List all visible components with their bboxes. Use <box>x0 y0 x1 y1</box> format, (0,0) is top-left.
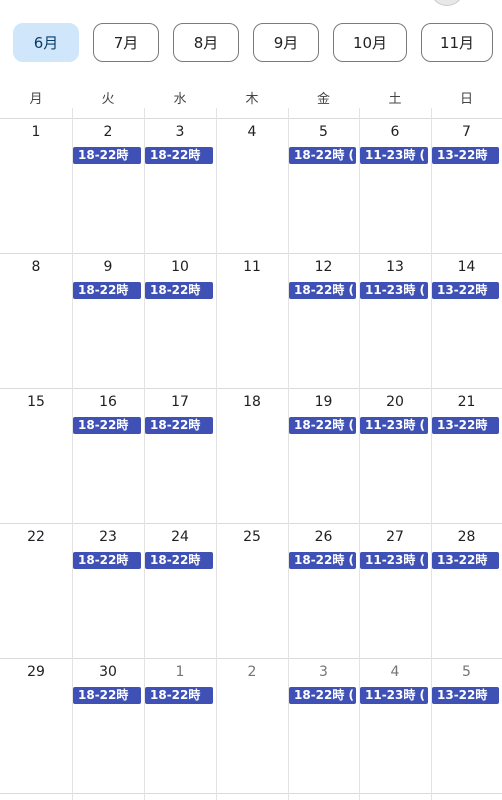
weekday-label-tue: 火 <box>101 91 115 107</box>
event-chip[interactable]: 11-23時 ( <box>360 147 428 164</box>
day-number: 30 <box>99 664 117 680</box>
day-number: 24 <box>171 529 189 545</box>
weekday-label-sat: 土 <box>388 91 402 107</box>
day-number: 15 <box>27 394 45 410</box>
day-number: 4 <box>247 124 257 140</box>
event-chip[interactable]: 18-22時 <box>145 147 213 164</box>
event-chip[interactable]: 18-22時 <box>73 282 141 299</box>
day-number: 9 <box>103 259 113 275</box>
weekday-label-mon: 月 <box>29 91 43 107</box>
header-separator <box>359 108 360 118</box>
day-number: 12 <box>314 259 333 275</box>
day-number: 17 <box>171 394 189 410</box>
weekday-label-wed: 水 <box>173 91 187 107</box>
day-number: 8 <box>31 259 41 275</box>
week-divider <box>0 793 502 794</box>
day-number: 3 <box>319 664 328 680</box>
day-number: 4 <box>390 664 400 680</box>
day-number: 7 <box>462 124 471 140</box>
event-chip[interactable]: 13-22時 <box>432 417 499 434</box>
day-number: 23 <box>99 529 117 545</box>
day-number: 22 <box>27 529 45 545</box>
header-separator <box>431 108 432 118</box>
day-number: 21 <box>457 394 476 410</box>
event-chip[interactable]: 18-22時 <box>145 417 213 434</box>
event-chip[interactable]: 11-23時 ( <box>360 552 428 569</box>
month-tab-10[interactable]: 10月 <box>333 23 407 62</box>
event-chip[interactable]: 18-22時 <box>145 282 213 299</box>
event-chip[interactable]: 18-22時 ( <box>289 282 356 299</box>
day-number: 3 <box>175 124 185 140</box>
day-number: 10 <box>171 259 189 275</box>
day-number: 2 <box>247 664 257 680</box>
month-tab-6[interactable]: 6月 <box>13 23 79 62</box>
day-number: 1 <box>175 664 185 680</box>
event-chip[interactable]: 18-22時 ( <box>289 552 356 569</box>
weekday-label-thu: 木 <box>245 91 259 107</box>
day-number: 14 <box>457 259 476 275</box>
header-separator <box>288 108 289 118</box>
event-chip[interactable]: 11-23時 ( <box>360 687 428 704</box>
calendar-grid: 1 2 18-22時 3 18-22時 4 5 18-22時 (6 11-23時 (7 13-22… <box>0 118 502 800</box>
account-avatar[interactable] <box>430 0 464 6</box>
event-chip[interactable]: 13-22時 <box>432 552 499 569</box>
month-tabs: 6月 7月 8月 9月 10月 11月 <box>0 23 502 63</box>
day-number: 13 <box>386 259 404 275</box>
day-number: 2 <box>103 124 113 140</box>
header-separator <box>144 108 145 118</box>
event-chip[interactable]: 18-22時 <box>73 417 141 434</box>
day-number: 11 <box>243 259 261 275</box>
day-number: 25 <box>243 529 261 545</box>
month-tab-11[interactable]: 11月 <box>421 23 493 62</box>
weekday-label-sun: 日 <box>459 91 473 107</box>
month-tab-7[interactable]: 7月 <box>93 23 159 62</box>
event-chip[interactable]: 18-22時 <box>145 687 213 704</box>
day-number: 6 <box>390 124 400 140</box>
weekday-header: 月火水木金土日 <box>0 86 502 108</box>
month-tab-8[interactable]: 8月 <box>173 23 239 62</box>
day-number: 28 <box>457 529 476 545</box>
event-chip[interactable]: 13-22時 <box>432 282 499 299</box>
event-chip[interactable]: 18-22時 <box>73 552 141 569</box>
day-number: 1 <box>31 124 41 140</box>
event-chip[interactable]: 13-22時 <box>432 147 499 164</box>
header-separator <box>72 108 73 118</box>
event-chip[interactable]: 18-22時 ( <box>289 417 356 434</box>
event-chip[interactable]: 18-22時 <box>73 147 141 164</box>
event-chip[interactable]: 18-22時 ( <box>289 687 356 704</box>
day-number: 27 <box>386 529 404 545</box>
day-number: 26 <box>314 529 333 545</box>
day-number: 19 <box>314 394 333 410</box>
day-number: 16 <box>99 394 117 410</box>
event-chip[interactable]: 11-23時 ( <box>360 282 428 299</box>
day-number: 5 <box>319 124 328 140</box>
weekday-label-fri: 金 <box>316 91 330 107</box>
day-number: 5 <box>462 664 471 680</box>
day-number: 20 <box>386 394 404 410</box>
day-number: 18 <box>243 394 261 410</box>
day-number: 29 <box>27 664 45 680</box>
event-chip[interactable]: 18-22時 <box>145 552 213 569</box>
month-tab-9[interactable]: 9月 <box>253 23 319 62</box>
header-separator <box>216 108 217 118</box>
event-chip[interactable]: 18-22時 <box>73 687 141 704</box>
event-chip[interactable]: 13-22時 <box>432 687 499 704</box>
event-chip[interactable]: 11-23時 ( <box>360 417 428 434</box>
event-chip[interactable]: 18-22時 ( <box>289 147 356 164</box>
